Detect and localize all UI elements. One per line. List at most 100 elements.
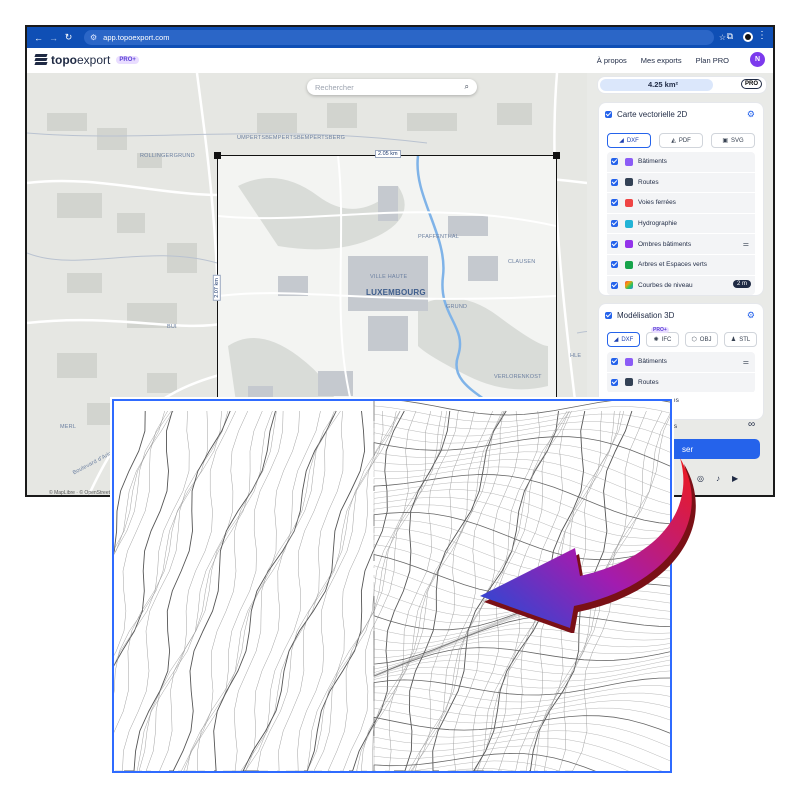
layer-3d-roads[interactable]: Routes: [607, 373, 755, 394]
contour-icon: [625, 281, 633, 290]
shadow-icon: [625, 240, 633, 249]
layer-contours[interactable]: Courbes de niveau 2 m: [607, 276, 755, 296]
obj-icon: ⬡: [691, 337, 697, 343]
map-attribution[interactable]: © MapLibre · © OpenStreetMap: [49, 490, 120, 495]
roads-icon: [625, 378, 633, 387]
contour-line: [114, 410, 173, 667]
format-svg-button[interactable]: ▣ SVG: [711, 133, 755, 148]
format-3d-dxf-button[interactable]: ◢ DXF: [607, 332, 640, 347]
pro-badge[interactable]: PRO: [740, 79, 762, 89]
vector-card-title[interactable]: Carte vectorielle 2D: [605, 110, 687, 119]
layer-hydrography[interactable]: Hydrographie: [607, 214, 755, 235]
contour-line: [313, 410, 431, 771]
contour-line: [169, 410, 276, 771]
search-icon[interactable]: ⌕: [465, 82, 469, 92]
format-stl-button[interactable]: ♟ STL: [724, 332, 757, 347]
contour-line: [295, 410, 401, 771]
model3d-layer-list: Bâtiments ⚌ Routes: [607, 352, 755, 394]
layer-checkbox[interactable]: [611, 240, 618, 248]
export-selection-area[interactable]: 2.05 km 2.07 km PFAFFENTHAL CLAUSEN VILL…: [212, 150, 560, 427]
vector-checkbox[interactable]: [605, 111, 612, 118]
layer-3d-buildings[interactable]: Bâtiments ⚌: [607, 352, 755, 373]
format-label: DXF: [626, 137, 639, 144]
layer-checkbox[interactable]: [611, 178, 618, 186]
contour-line: [232, 410, 337, 771]
contour-line: [213, 410, 337, 771]
water-icon: [625, 219, 633, 228]
tree-icon: [625, 260, 633, 269]
ifc-icon: ✺: [653, 337, 659, 343]
vector-settings-icon[interactable]: ⚙: [747, 109, 755, 120]
layer-checkbox[interactable]: [611, 378, 618, 386]
layer-checkbox[interactable]: [611, 261, 618, 269]
map-label-clausen: CLAUSEN: [508, 259, 536, 265]
address-bar[interactable]: ⚙ app.topoexport.com ☆: [84, 30, 726, 45]
layer-label: Routes: [638, 178, 659, 186]
layer-label: Ombres bâtiments: [638, 240, 692, 248]
map-label-bui: BUI: [167, 324, 177, 330]
contour-line: [373, 745, 629, 771]
layer-checkbox[interactable]: [611, 281, 618, 289]
search-placeholder: Rechercher: [315, 82, 354, 92]
layer-building-shadows[interactable]: Ombres bâtiments ⚌: [607, 234, 755, 255]
model3d-card-title[interactable]: Modélisation 3D: [605, 311, 674, 320]
reload-icon[interactable]: ↻: [61, 32, 76, 43]
layer-checkbox[interactable]: [611, 358, 618, 366]
browser-toolbar: ← → ↻ ⚙ app.topoexport.com ☆ ⧉ ⋮: [27, 27, 773, 48]
extensions-icon[interactable]: ⧉: [727, 31, 733, 42]
sliders-icon[interactable]: ⚌: [743, 358, 749, 366]
area-value: 4.25 km²: [648, 80, 679, 89]
contour-line: [114, 410, 174, 550]
layer-trees[interactable]: Arbres et Espaces verts: [607, 255, 755, 276]
resize-handle-top-left[interactable]: [214, 152, 221, 159]
resize-handle-top-right[interactable]: [553, 152, 560, 159]
browser-menu-icon[interactable]: ⋮: [757, 30, 767, 41]
layer-label: Bâtiments: [638, 158, 667, 166]
contour-line: [114, 410, 172, 555]
avatar[interactable]: N: [750, 52, 765, 67]
youtube-icon[interactable]: ▶: [732, 474, 738, 483]
map-label-rollingergrund: ROLLINGERGRUND: [140, 153, 195, 159]
vector-card: Carte vectorielle 2D ⚙ ◢ DXF ◭ PDF ▣ SVG Bâ…: [599, 103, 763, 296]
layer-label: Hydrographie: [638, 220, 678, 228]
nav-about[interactable]: À propos: [597, 56, 627, 65]
format-label: PDF: [678, 137, 691, 144]
contour-line: [373, 401, 670, 421]
contour-line: [133, 410, 236, 771]
contour-line: [240, 410, 344, 771]
search-input[interactable]: Rechercher ⌕: [307, 79, 477, 95]
layer-roads[interactable]: Routes: [607, 173, 755, 194]
app-header: topoexport PRO+ À propos Mes exports Pla…: [27, 48, 773, 74]
model3d-settings-icon[interactable]: ⚙: [747, 310, 755, 321]
format-obj-button[interactable]: ⬡ OBJ: [685, 332, 718, 347]
contour-interval-badge[interactable]: 2 m: [732, 279, 751, 288]
bookmark-star-icon[interactable]: ☆: [719, 33, 726, 42]
layer-checkbox[interactable]: [611, 158, 618, 166]
forward-icon[interactable]: →: [46, 33, 61, 43]
area-indicator: 4.25 km² PRO: [597, 76, 767, 94]
vector-formats: ◢ DXF ◭ PDF ▣ SVG: [607, 133, 755, 148]
contour-line: [409, 760, 560, 771]
nav-my-exports[interactable]: Mes exports: [641, 56, 682, 65]
layer-label: Arbres et Espaces verts: [638, 261, 707, 269]
format-ifc-button[interactable]: PRO+ ✺ IFC: [646, 327, 679, 347]
layer-buildings[interactable]: Bâtiments: [607, 152, 755, 173]
back-icon[interactable]: ←: [31, 33, 46, 43]
logo[interactable]: topoexport PRO+: [34, 53, 139, 67]
layer-checkbox[interactable]: [611, 199, 618, 207]
format-label: STL: [739, 336, 751, 343]
vector-layer-list: Bâtiments Routes Voies ferrées Hydrograp…: [607, 152, 755, 296]
contour-line: [373, 730, 670, 762]
infinity-icon: ∞: [748, 419, 756, 430]
format-pdf-button[interactable]: ◭ PDF: [659, 133, 703, 148]
layer-label: Bâtiments: [638, 358, 667, 366]
layer-railways[interactable]: Voies ferrées: [607, 193, 755, 214]
sliders-icon[interactable]: ⚌: [743, 240, 749, 248]
nav-pro-plan[interactable]: Plan PRO: [696, 56, 729, 65]
format-dxf-button[interactable]: ◢ DXF: [607, 133, 651, 148]
profile-icon[interactable]: [743, 32, 753, 42]
site-settings-icon[interactable]: ⚙: [90, 33, 97, 42]
layer-checkbox[interactable]: [611, 220, 618, 228]
model3d-checkbox[interactable]: [605, 312, 612, 319]
pdf-icon: ◭: [671, 138, 676, 144]
